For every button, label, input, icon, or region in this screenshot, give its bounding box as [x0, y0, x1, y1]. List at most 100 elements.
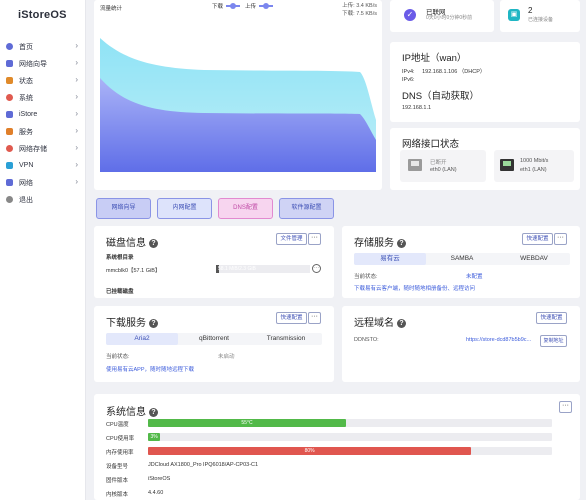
- sidebar-item-2[interactable]: 状态 ›: [0, 72, 86, 89]
- port-name: eth1 (LAN): [520, 167, 547, 173]
- tab-aria2[interactable]: Aria2: [106, 333, 178, 345]
- network-icon: [6, 179, 13, 186]
- download-more-button[interactable]: ···: [308, 312, 321, 324]
- remote-domain-card: 远程域名? 快速配置 DDNSTO: https://store-dcd87b5…: [342, 306, 580, 382]
- disk-more-icon[interactable]: ···: [312, 264, 321, 273]
- sysinfo-bar: 3%: [148, 433, 552, 441]
- dns-config-button[interactable]: DNS配置: [218, 198, 273, 219]
- help-icon[interactable]: ?: [149, 239, 158, 248]
- tab-webdav[interactable]: WEBDAV: [498, 253, 570, 265]
- software-source-button[interactable]: 软件源配置: [279, 198, 334, 219]
- grid-icon: [6, 77, 13, 84]
- disk-title-row: 磁盘信息?: [106, 233, 158, 251]
- sidebar-item-6[interactable]: 网络存储 ›: [0, 140, 86, 157]
- connected-duration: 0天0小时0分钟0秒前: [426, 15, 473, 21]
- ddnsto-link[interactable]: https://store-dcd87b5b9c...: [466, 337, 538, 343]
- tab-samba[interactable]: SAMBA: [426, 253, 498, 265]
- sysinfo-value: JDCloud AX1800_Pro IPQ6018/AP-CP03-C1: [148, 462, 259, 468]
- connection-status-card[interactable]: ✓ 已联网 0天0小时0分钟0秒前: [390, 0, 494, 32]
- tab-istoreyun[interactable]: 易有云: [354, 253, 426, 265]
- sidebar-item-8[interactable]: 网络 ›: [0, 174, 86, 191]
- logout-icon: [6, 196, 13, 203]
- storage-status-label: 当前状态:: [354, 274, 378, 280]
- storage-quick-config-button[interactable]: 快速配置: [522, 233, 553, 245]
- sidebar-item-7[interactable]: VPN ›: [0, 157, 86, 174]
- chevron-right-icon: ›: [75, 177, 78, 186]
- dns-title: DNS（自动获取）: [402, 91, 480, 102]
- help-icon[interactable]: ?: [397, 319, 406, 328]
- chevron-right-icon: ›: [75, 160, 78, 169]
- traffic-chart-card: 流量统计 下载 上传 上传: 3.4 KB/s 下载: 7.5 KB/s: [94, 0, 382, 190]
- port-eth0[interactable]: 已断开 eth0 (LAN): [400, 150, 486, 182]
- apps-icon: [6, 128, 13, 135]
- port-name: eth0 (LAN): [430, 167, 457, 173]
- storage-title: 存储服务: [354, 238, 394, 249]
- sysinfo-value: iStoreOS: [148, 476, 171, 482]
- storage-more-button[interactable]: ···: [554, 233, 567, 245]
- chevron-right-icon: ›: [75, 109, 78, 118]
- storage-status-value[interactable]: 未配置: [466, 272, 483, 280]
- tab-qbittorrent[interactable]: qBittorrent: [178, 333, 250, 345]
- gear-icon: [6, 94, 13, 101]
- lan-config-button[interactable]: 内网配置: [157, 198, 212, 219]
- remote-title-row: 远程域名?: [354, 313, 406, 331]
- sidebar-item-label: VPN: [19, 162, 34, 169]
- file-manage-button[interactable]: 文件管理: [276, 233, 307, 245]
- help-icon[interactable]: ?: [149, 319, 158, 328]
- disk-device-name: mmcblk0【57.1 GiB】: [106, 268, 161, 274]
- download-quick-config-button[interactable]: 快速配置: [276, 312, 307, 324]
- download-note-link[interactable]: 使用易有云APP，随时随地远程下载: [106, 365, 194, 373]
- net-ports-title: 网络接口状态: [402, 139, 460, 150]
- sidebar-item-3[interactable]: 系统 ›: [0, 89, 86, 106]
- sysinfo-label: CPU使用率: [106, 436, 135, 442]
- system-info-card: 系统信息? ··· CPU温度 55°C CPU使用率 3% 内存使用率 80% 设备型号 J…: [94, 394, 580, 500]
- disk-more-button[interactable]: ···: [308, 233, 321, 245]
- sidebar-item-4[interactable]: iStore ›: [0, 106, 86, 123]
- ddnsto-label: DDNSTO:: [354, 337, 379, 343]
- sidebar-item-0[interactable]: 首页 ›: [0, 38, 86, 55]
- chevron-right-icon: ›: [75, 143, 78, 152]
- tab-transmission[interactable]: Transmission: [250, 333, 322, 345]
- remote-quick-config-button[interactable]: 快速配置: [536, 312, 567, 324]
- sysinfo-bar: 80%: [148, 447, 552, 455]
- copy-address-button[interactable]: 复制地址: [540, 335, 567, 347]
- sysinfo-label: 内存使用率: [106, 450, 134, 456]
- connected-devices-card[interactable]: ▣ 2 已连接设备: [500, 0, 580, 32]
- download-title-row: 下载服务?: [106, 313, 158, 331]
- sysinfo-bar-fill: 55°C: [148, 419, 346, 427]
- sidebar-item-1[interactable]: 网络向导 ›: [0, 55, 86, 72]
- chevron-right-icon: ›: [75, 75, 78, 84]
- storage-note-link[interactable]: 下载易有云客户端，随时随地相册备份、远程访问: [354, 284, 475, 292]
- sysinfo-more-button[interactable]: ···: [559, 401, 572, 413]
- home-icon: [6, 43, 13, 50]
- chevron-right-icon: ›: [75, 92, 78, 101]
- sysinfo-value: 4.4.60: [148, 490, 164, 496]
- sysinfo-bar-fill: 80%: [148, 447, 472, 455]
- store-icon: [6, 111, 13, 118]
- sysinfo-label: 内核版本: [106, 492, 129, 498]
- network-ports-card: 网络接口状态 已断开 eth0 (LAN) 1000 Mbit/s eth1 (…: [390, 128, 580, 190]
- sidebar-item-label: 状态: [19, 77, 33, 85]
- ethernet-port-icon: [408, 159, 422, 171]
- disk-title: 磁盘信息: [106, 238, 146, 249]
- ipv4-row: IPv4: 192.168.1.106 （DHCP）: [402, 67, 485, 75]
- download-status-value: 未启动: [218, 354, 235, 360]
- devices-label: 已连接设备: [528, 17, 554, 23]
- sysinfo-title: 系统信息: [106, 407, 146, 418]
- ethernet-port-icon: [500, 159, 514, 171]
- ipv6-label: IPv6:: [402, 77, 415, 83]
- help-icon[interactable]: ?: [397, 239, 406, 248]
- port-eth1[interactable]: 1000 Mbit/s eth1 (LAN): [494, 150, 574, 182]
- connected-icon: ✓: [404, 9, 416, 21]
- sidebar-item-label: 网络向导: [19, 60, 47, 68]
- sidebar-item-label: 网络存储: [19, 145, 47, 153]
- sidebar-item-9[interactable]: 退出: [0, 191, 86, 208]
- ip-address-card: IP地址（wan） IPv4: 192.168.1.106 （DHCP） IPv…: [390, 42, 580, 122]
- network-wizard-button[interactable]: 网络向导: [96, 198, 151, 219]
- help-icon[interactable]: ?: [149, 408, 158, 417]
- storage-service-card: 存储服务? 快速配置 ··· 易有云 SAMBA WEBDAV 当前状态: 未配…: [342, 226, 580, 298]
- port-status: 1000 Mbit/s: [520, 158, 549, 164]
- disk-usage-text: 58.1 MiB/2.3 GiB: [218, 266, 256, 272]
- sidebar-item-5[interactable]: 服务 ›: [0, 123, 86, 140]
- system-root-label: 系统根目录: [106, 255, 134, 261]
